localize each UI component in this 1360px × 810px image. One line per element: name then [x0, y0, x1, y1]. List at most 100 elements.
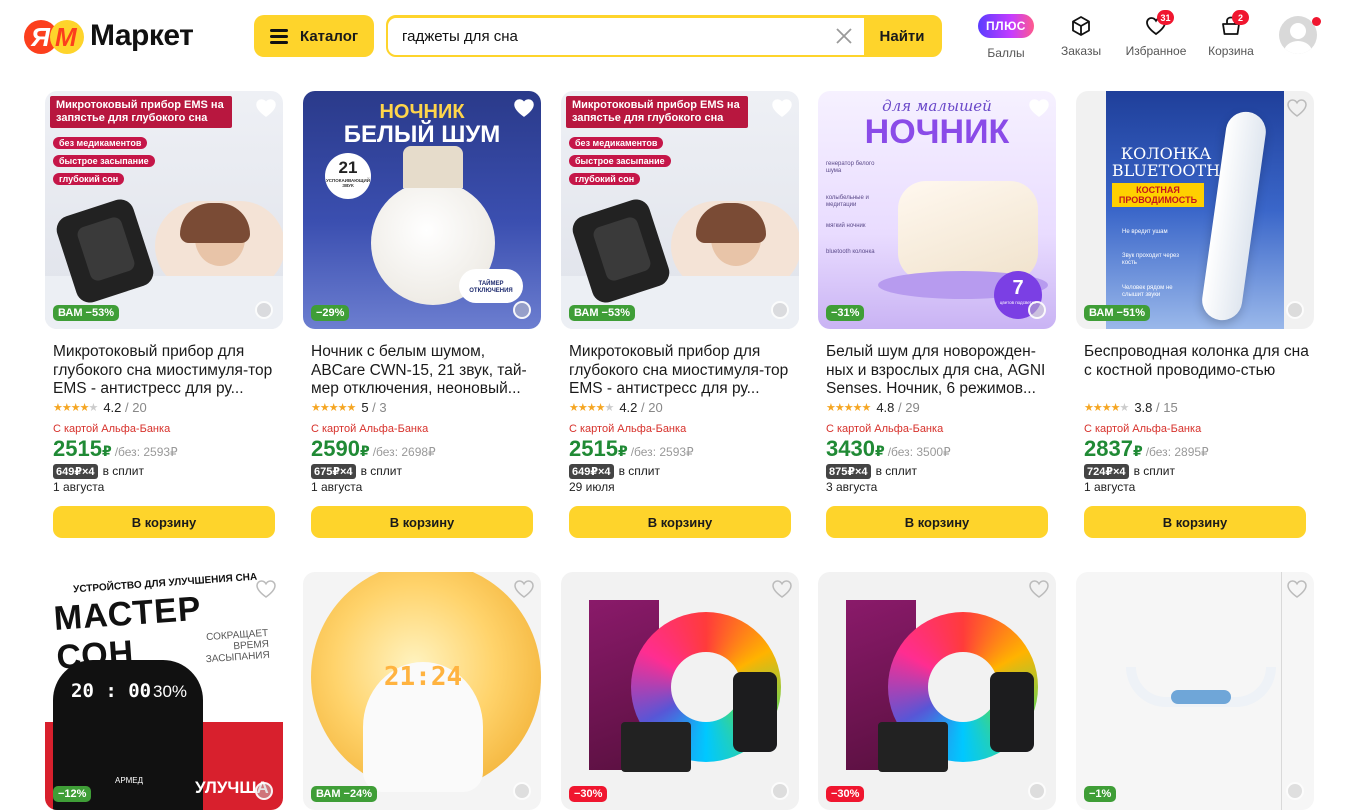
split-label: в сплит	[618, 464, 660, 478]
price: 3430	[826, 436, 875, 461]
add-to-cart-button[interactable]: В корзину	[311, 506, 533, 538]
product-image-art	[561, 572, 799, 810]
header: ЯM Маркет Каталог Найти ПЛЮС Баллы Заказ…	[0, 0, 1360, 72]
speaker-feature: Звук проходит через кость	[1122, 253, 1179, 266]
ems-pill: глубокий сон	[53, 173, 125, 185]
similar-search-icon[interactable]	[513, 782, 531, 800]
product-image[interactable]: −1%	[1076, 572, 1314, 810]
favorite-heart-icon[interactable]	[513, 97, 535, 119]
similar-search-icon[interactable]	[1286, 782, 1304, 800]
product-card[interactable]: НОЧНИК БЕЛЫЙ ШУМ 21 УСПОКАИВАЮЩИЙ ЗВУК Т…	[303, 91, 543, 538]
similar-search-icon[interactable]	[1286, 301, 1304, 319]
favorite-heart-icon[interactable]	[1286, 97, 1308, 119]
product-card[interactable]: Микротоковый прибор EMS на запястье для …	[561, 91, 801, 538]
product-card[interactable]: −1%	[1076, 572, 1316, 810]
product-image[interactable]: Микротоковый прибор EMS на запястье для …	[561, 91, 799, 329]
plus-badge: ПЛЮС	[978, 14, 1034, 38]
product-card[interactable]: для малышей НОЧНИК генератор белого шума…	[818, 91, 1058, 538]
product-image[interactable]: −30%	[818, 572, 1056, 810]
review-count: 3	[379, 399, 387, 415]
product-card[interactable]: 21:24 ВАМ −24%	[303, 572, 543, 810]
favorite-heart-icon[interactable]	[513, 578, 535, 600]
nav-cart[interactable]: 2 Корзина	[1207, 10, 1255, 58]
currency: ₽	[617, 443, 628, 459]
product-card[interactable]: КОЛОНКА BLUETOOTH КОСТНАЯ ПРОВОДИМОСТЬ Н…	[1076, 91, 1316, 538]
discount-badge: ВАМ −51%	[1084, 305, 1150, 321]
ems-pill: без медикаментов	[569, 137, 664, 149]
favorites-badge: 31	[1157, 10, 1174, 25]
nav-plus[interactable]: ПЛЮС Баллы	[978, 12, 1034, 60]
rating: ★★★★★ 4.8 / 29	[826, 399, 920, 415]
product-card[interactable]: −30%	[561, 572, 801, 810]
similar-search-icon[interactable]	[1028, 782, 1046, 800]
similar-search-icon[interactable]	[771, 301, 789, 319]
similar-search-icon[interactable]	[1028, 301, 1046, 319]
product-title[interactable]: Беспроводная колонка для сна с костной п…	[1076, 343, 1316, 399]
price-row: 2590 ₽ /без: 2698₽	[303, 436, 543, 461]
product-image[interactable]: УСТРОЙСТВО ДЛЯ УЛУЧШЕНИЯ СНА МАСТЕР СОН …	[45, 572, 283, 810]
discount-badge: −30%	[569, 786, 608, 802]
baby-seven: 7	[1012, 277, 1024, 299]
rating: ★★★★★ 4.2 / 20	[53, 399, 147, 415]
master-brand: АРМЕД	[115, 776, 143, 785]
menu-icon	[270, 29, 288, 44]
rating-stars-icon: ★★★★★	[826, 401, 871, 414]
favorite-heart-icon[interactable]	[771, 97, 793, 119]
product-image[interactable]: для малышей НОЧНИК генератор белого шума…	[818, 91, 1056, 329]
split-label: в сплит	[1133, 464, 1175, 478]
discount-badge: −1%	[1084, 786, 1117, 802]
clear-icon[interactable]	[824, 17, 864, 55]
price: 2837	[1084, 436, 1133, 461]
similar-search-icon[interactable]	[771, 782, 789, 800]
product-image-art	[818, 572, 1056, 810]
product-image[interactable]: Микротоковый прибор EMS на запястье для …	[45, 91, 283, 329]
product-card[interactable]: −30%	[818, 572, 1058, 810]
old-price: /без: 2698₽	[372, 445, 436, 459]
search-input[interactable]	[388, 17, 824, 55]
rating-stars-icon: ★★★★★	[569, 401, 614, 414]
product-title[interactable]: Ночник с белым шумом, ABCare CWN-15, 21 …	[303, 343, 543, 399]
search-bar: Найти	[386, 15, 942, 57]
cart-icon: 2	[1207, 10, 1255, 40]
similar-search-icon[interactable]	[255, 782, 273, 800]
add-to-cart-button[interactable]: В корзину	[569, 506, 791, 538]
add-to-cart-button[interactable]: В корзину	[826, 506, 1048, 538]
favorite-heart-icon[interactable]	[771, 578, 793, 600]
search-button[interactable]: Найти	[864, 17, 940, 55]
similar-search-icon[interactable]	[255, 301, 273, 319]
favorite-heart-icon[interactable]	[255, 578, 277, 600]
cart-badge: 2	[1232, 10, 1249, 25]
product-image[interactable]: КОЛОНКА BLUETOOTH КОСТНАЯ ПРОВОДИМОСТЬ Н…	[1076, 91, 1314, 329]
nav-orders[interactable]: Заказы	[1061, 12, 1101, 58]
favorite-heart-icon[interactable]	[1028, 97, 1050, 119]
product-title[interactable]: Микротоковый прибор для глубокого сна ми…	[45, 343, 285, 399]
split-row: 875₽×4 в сплит	[818, 462, 1058, 480]
alfa-card-note: С картой Альфа-Банка	[826, 423, 944, 435]
catalog-button[interactable]: Каталог	[254, 15, 374, 57]
baby-title: НОЧНИК	[864, 113, 1010, 151]
old-price: /без: 2895₽	[1145, 445, 1209, 459]
delivery-date: 1 августа	[311, 480, 363, 494]
product-title[interactable]: Белый шум для новорожден-ных и взрослых …	[818, 343, 1058, 399]
product-image-art: для малышей НОЧНИК генератор белого шума…	[818, 91, 1056, 329]
product-card[interactable]: Микротоковый прибор EMS на запястье для …	[45, 91, 285, 538]
market-logo[interactable]: ЯM Маркет	[24, 18, 194, 54]
price: 2515	[569, 436, 618, 461]
product-image[interactable]: НОЧНИК БЕЛЫЙ ШУМ 21 УСПОКАИВАЮЩИЙ ЗВУК Т…	[303, 91, 541, 329]
discount-badge: −12%	[53, 786, 92, 802]
master-side: СОКРАЩАЕТ ВРЕМЯ ЗАСЫПАНИЯ	[205, 627, 271, 666]
product-image[interactable]: −30%	[561, 572, 799, 810]
nav-favorites[interactable]: 31 Избранное	[1125, 10, 1187, 58]
product-card[interactable]: УСТРОЙСТВО ДЛЯ УЛУЧШЕНИЯ СНА МАСТЕР СОН …	[45, 572, 285, 810]
favorite-heart-icon[interactable]	[1286, 578, 1308, 600]
favorite-heart-icon[interactable]	[255, 97, 277, 119]
price-row: 3430 ₽ /без: 3500₽	[818, 436, 1058, 461]
product-title[interactable]: Микротоковый прибор для глубокого сна ми…	[561, 343, 801, 399]
similar-search-icon[interactable]	[513, 301, 531, 319]
review-count: 20	[132, 399, 147, 415]
add-to-cart-button[interactable]: В корзину	[1084, 506, 1306, 538]
favorite-heart-icon[interactable]	[1028, 578, 1050, 600]
add-to-cart-button[interactable]: В корзину	[53, 506, 275, 538]
master-time: 20 : 00	[71, 680, 152, 702]
product-image[interactable]: 21:24 ВАМ −24%	[303, 572, 541, 810]
